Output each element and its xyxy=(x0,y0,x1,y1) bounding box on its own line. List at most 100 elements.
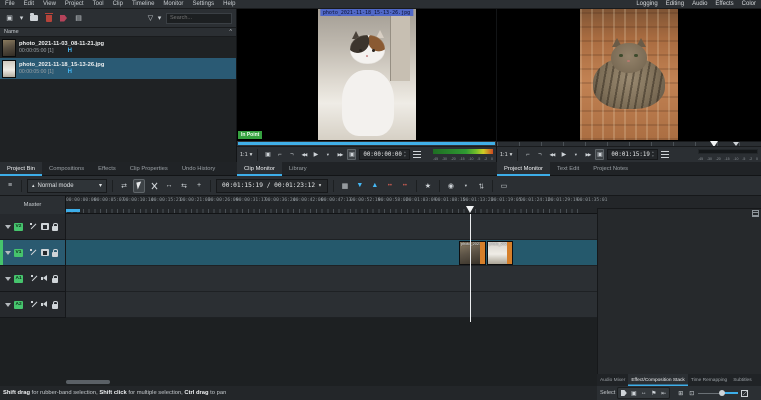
view-mode-button[interactable]: ▤ xyxy=(73,13,84,24)
menu-project[interactable]: Project xyxy=(65,1,84,7)
bin-clip-item[interactable]: photo_2021-11-18_15-13-26.jpg 00:00:05:0… xyxy=(0,58,236,79)
scrollbar-thumb[interactable] xyxy=(66,380,110,384)
set-out-point-button[interactable]: ¬ xyxy=(287,149,296,160)
track-lane-a2[interactable] xyxy=(66,292,597,318)
tab-project-monitor[interactable]: Project Monitor xyxy=(497,162,550,176)
tab-effects[interactable]: Effects xyxy=(91,162,123,176)
edit-mode-select[interactable]: ▴ Normal mode ▾ xyxy=(27,178,107,193)
track-header-v1[interactable]: V1 xyxy=(0,240,66,266)
lock-icon[interactable] xyxy=(52,274,59,283)
razor-tool-button[interactable] xyxy=(148,179,160,193)
extract-zone-button[interactable]: •• xyxy=(384,179,396,193)
timeline-clip[interactable]: photo_2021 xyxy=(487,241,513,265)
play-options-chevron-icon[interactable]: ▾ xyxy=(571,149,580,160)
menu-help[interactable]: Help xyxy=(223,1,235,7)
workspace-logging[interactable]: Logging xyxy=(636,1,657,7)
monitor-timecode[interactable]: 00:00:00:00 ▴ ▾ xyxy=(359,149,410,160)
zoom-slider[interactable] xyxy=(698,388,739,398)
timeline-clip[interactable]: photo_2021 xyxy=(459,241,486,265)
timeline-zone-indicator[interactable] xyxy=(66,209,80,212)
render-button[interactable]: ▭ xyxy=(498,179,510,193)
zoom-slider-handle[interactable] xyxy=(719,390,726,396)
monitor-menu-button[interactable] xyxy=(661,149,670,160)
tab-subtitles[interactable]: Subtitles xyxy=(730,374,754,386)
bin-column-header[interactable]: Name ^ xyxy=(0,28,236,37)
panel-properties-icon[interactable] xyxy=(752,210,759,217)
tab-audio-mixer[interactable]: Audio Mixer xyxy=(597,374,628,386)
selection-tool-button[interactable] xyxy=(133,178,145,193)
record-chevron-icon[interactable]: ▾ xyxy=(460,179,472,193)
forward-button[interactable]: ▶▶ xyxy=(335,149,344,160)
lock-icon[interactable] xyxy=(52,300,59,309)
forward-button[interactable]: ▶▶ xyxy=(583,149,592,160)
audio-track-icon[interactable] xyxy=(41,275,49,283)
flag-button[interactable]: ⚑ xyxy=(649,388,658,398)
collapse-icon[interactable]: ^ xyxy=(229,29,232,35)
insert-zone-button[interactable]: ▼ xyxy=(354,179,366,193)
project-monitor-screen[interactable] xyxy=(497,9,761,141)
track-header-a2[interactable]: A2 xyxy=(0,292,66,318)
add-clip-button[interactable]: ▣ xyxy=(4,13,15,24)
set-in-point-button[interactable]: ⌐ xyxy=(523,149,532,160)
effects-icon[interactable] xyxy=(30,300,38,309)
rewind-button[interactable]: ◀◀ xyxy=(299,149,308,160)
workspace-color[interactable]: Color xyxy=(742,1,756,7)
timecode-spinner[interactable]: ▴ ▾ xyxy=(652,150,654,158)
favorite-effects-button[interactable]: ★ xyxy=(422,179,434,193)
resize-button[interactable]: ↔ xyxy=(639,388,648,398)
marker-button[interactable]: ⇤ xyxy=(659,388,668,398)
tab-effect-composition-stack[interactable]: Effect/Composition Stack xyxy=(628,374,688,386)
play-button[interactable]: ▶ xyxy=(311,149,320,160)
filter-button[interactable]: ▽ xyxy=(145,13,156,24)
monitor-zoom-select[interactable]: 1:1 ▾ xyxy=(240,152,252,158)
lock-icon[interactable] xyxy=(51,248,58,257)
zone-mode-button[interactable]: ▣ xyxy=(347,149,357,160)
set-out-point-button[interactable]: ¬ xyxy=(535,149,544,160)
tab-project-bin[interactable]: Project Bin xyxy=(0,162,43,176)
clip-monitor-screen[interactable]: photo_2021-11-18_15-13-26.jpg xyxy=(237,9,496,141)
monitor-timecode[interactable]: 00:01:15:19 ▴ ▾ xyxy=(607,149,658,160)
zone-start-button[interactable]: ▣ xyxy=(263,149,272,160)
workspace-effects[interactable]: Effects xyxy=(715,1,733,7)
playhead-icon[interactable] xyxy=(466,206,474,213)
tab-library[interactable]: Library xyxy=(282,162,314,176)
chevron-down-icon[interactable] xyxy=(5,250,11,255)
tab-compositions[interactable]: Compositions xyxy=(42,162,91,176)
multicam-tool-button[interactable]: + xyxy=(193,179,205,193)
overwrite-zone-button[interactable]: ▲ xyxy=(369,179,381,193)
track-lane-a1[interactable] xyxy=(66,266,597,292)
delete-button[interactable] xyxy=(43,12,54,24)
play-button[interactable]: ▶ xyxy=(559,149,568,160)
set-in-point-button[interactable]: ⌐ xyxy=(275,149,284,160)
record-button[interactable]: ◉ xyxy=(445,179,457,193)
tab-clip-properties[interactable]: Clip Properties xyxy=(123,162,175,176)
audio-track-icon[interactable] xyxy=(41,301,49,309)
menu-settings[interactable]: Settings xyxy=(192,1,214,7)
timecode-spinner[interactable]: ▴ ▾ xyxy=(404,150,406,158)
save-effect-button[interactable]: ▣ xyxy=(629,388,638,398)
create-folder-button[interactable] xyxy=(28,13,39,24)
spacer-tool-button[interactable]: ↔ xyxy=(163,179,175,193)
menu-clip[interactable]: Clip xyxy=(113,1,123,7)
master-track-button[interactable]: Master xyxy=(0,196,66,214)
fit-zoom-button[interactable]: ⊞ xyxy=(676,388,685,398)
audio-mixer-button[interactable]: ⇄ xyxy=(474,180,488,192)
track-header-a1[interactable]: A1 xyxy=(0,266,66,292)
track-lane-v2[interactable] xyxy=(66,214,597,240)
bin-clip-item[interactable]: photo_2021-11-03_08-11-21.jpg 00:00:05:0… xyxy=(0,37,236,58)
chevron-down-icon[interactable] xyxy=(5,302,11,307)
snap-grid-button[interactable]: ▦ xyxy=(339,179,351,193)
effects-icon[interactable] xyxy=(30,248,38,257)
expand-button[interactable] xyxy=(740,388,749,398)
slip-tool-button[interactable]: ⇆ xyxy=(178,179,190,193)
filter-chevron-icon[interactable]: ▾ xyxy=(157,13,162,24)
timeline-timecode-display[interactable]: 00:01:15:19 / 00:01:23:12 ▾ xyxy=(216,178,328,193)
workspace-editing[interactable]: Editing xyxy=(666,1,684,7)
track-header-v2[interactable]: V2 xyxy=(0,214,66,240)
menu-edit[interactable]: Edit xyxy=(24,1,34,7)
menu-file[interactable]: File xyxy=(5,1,15,7)
tab-clip-monitor[interactable]: Clip Monitor xyxy=(237,162,282,176)
menu-tool[interactable]: Tool xyxy=(93,1,104,7)
tag-button[interactable] xyxy=(619,388,628,398)
search-input[interactable] xyxy=(166,12,232,24)
